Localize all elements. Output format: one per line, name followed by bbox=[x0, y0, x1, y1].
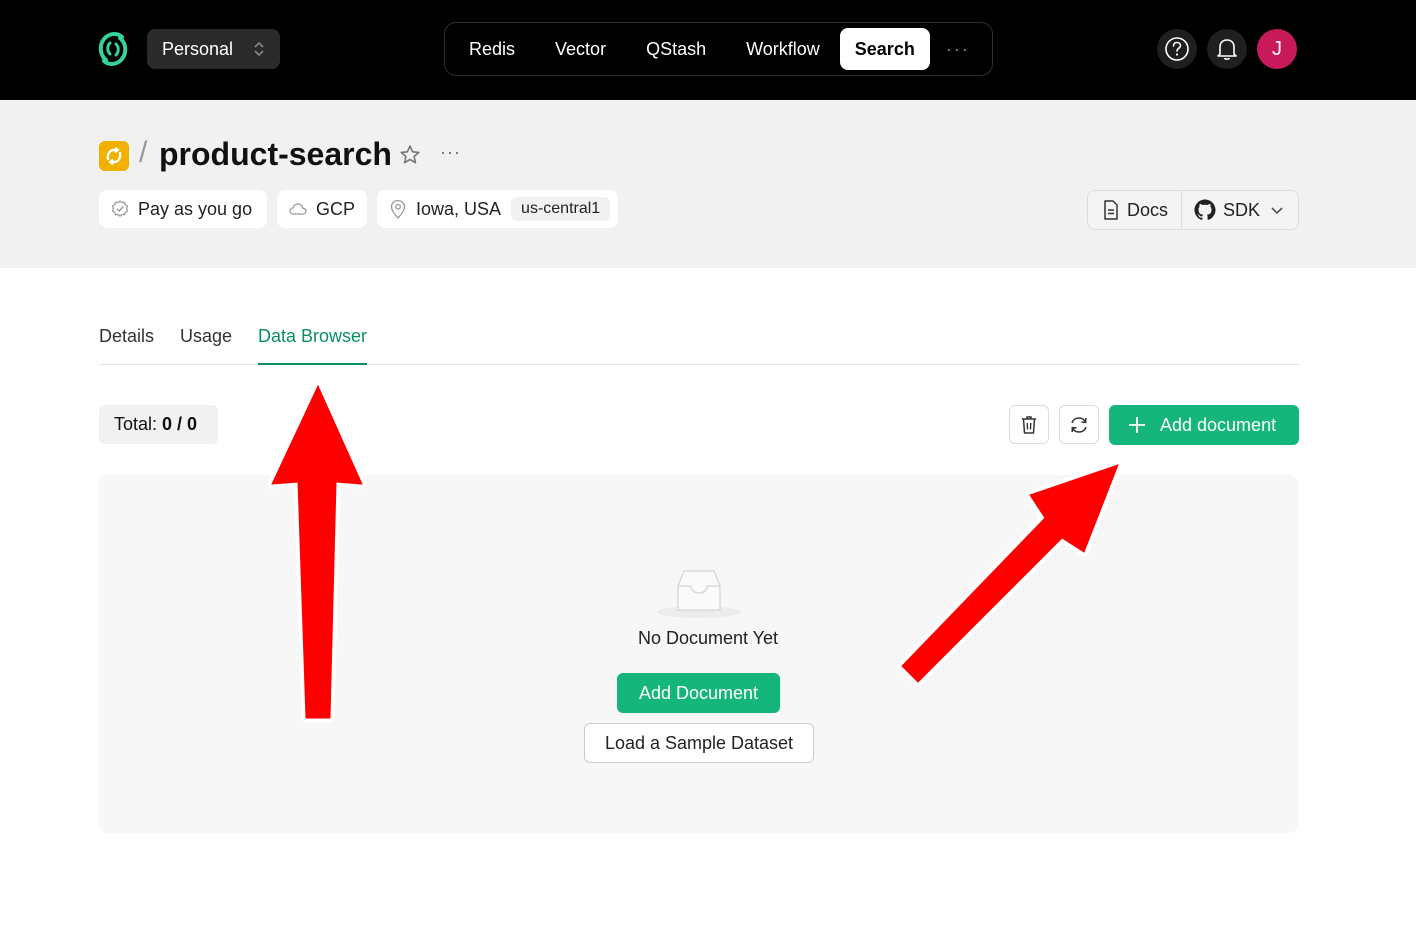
location-label: Iowa, USA bbox=[416, 198, 502, 219]
total-label: Total: bbox=[114, 414, 158, 434]
upstash-logo-icon[interactable] bbox=[98, 30, 128, 68]
database-name: product-search bbox=[159, 136, 392, 172]
help-button[interactable] bbox=[1157, 29, 1197, 69]
chevron-up-down-icon bbox=[254, 41, 264, 57]
load-sample-dataset-button[interactable]: Load a Sample Dataset bbox=[584, 723, 814, 763]
plan-label: Pay as you go bbox=[138, 198, 253, 219]
notifications-button[interactable] bbox=[1207, 29, 1247, 69]
plus-icon bbox=[1129, 417, 1145, 433]
top-navbar: Personal Redis Vector QStash Workflow Se… bbox=[0, 0, 1416, 100]
team-name: Personal bbox=[162, 38, 234, 59]
product-tab-qstash[interactable]: QStash bbox=[626, 28, 726, 70]
region-badge: Iowa, USA us-central1 bbox=[377, 190, 618, 228]
refresh-button[interactable] bbox=[1059, 405, 1099, 444]
add-document-cta[interactable]: Add Document bbox=[617, 673, 780, 713]
help-icon bbox=[1165, 37, 1189, 61]
product-tab-search[interactable]: Search bbox=[839, 28, 930, 70]
tab-data-browser[interactable]: Data Browser bbox=[258, 326, 368, 365]
team-switcher[interactable]: Personal bbox=[147, 29, 280, 69]
total-value: 0 / 0 bbox=[162, 414, 198, 434]
docs-button[interactable]: Docs bbox=[1088, 191, 1182, 229]
chevron-down-icon bbox=[1271, 207, 1283, 215]
user-avatar[interactable]: J bbox=[1257, 29, 1297, 69]
region-tag: us-central1 bbox=[511, 197, 611, 221]
cloud-icon bbox=[289, 203, 307, 215]
sdk-dropdown[interactable]: SDK bbox=[1182, 191, 1290, 229]
add-document-label: Add document bbox=[1160, 414, 1277, 435]
document-icon bbox=[1104, 200, 1118, 220]
database-menu-button[interactable]: ··· bbox=[440, 142, 461, 163]
empty-state-message: No Document Yet bbox=[637, 628, 779, 648]
add-document-button[interactable]: Add document bbox=[1109, 405, 1299, 445]
breadcrumb-separator: / bbox=[139, 136, 148, 169]
docs-label: Docs bbox=[1127, 199, 1169, 220]
cloud-label: GCP bbox=[316, 198, 356, 219]
plan-badge: Pay as you go bbox=[99, 190, 267, 228]
tab-usage[interactable]: Usage bbox=[180, 326, 232, 365]
product-tab-workflow[interactable]: Workflow bbox=[726, 28, 840, 70]
total-count: Total: 0 / 0 bbox=[99, 405, 218, 444]
cloud-badge: GCP bbox=[277, 190, 367, 228]
tab-details[interactable]: Details bbox=[99, 326, 154, 365]
github-icon bbox=[1194, 199, 1216, 220]
trash-icon bbox=[1022, 415, 1036, 434]
search-db-icon bbox=[99, 141, 129, 171]
docs-sdk-group: Docs SDK bbox=[1087, 190, 1299, 230]
more-products-button[interactable]: ··· bbox=[946, 39, 970, 60]
empty-inbox-icon bbox=[656, 568, 742, 625]
tab-bar: Details Usage Data Browser bbox=[99, 326, 1300, 365]
empty-state-panel bbox=[99, 475, 1299, 833]
star-icon bbox=[400, 145, 420, 164]
database-header bbox=[0, 100, 1416, 268]
delete-button[interactable] bbox=[1009, 405, 1049, 444]
product-tab-redis[interactable]: Redis bbox=[449, 28, 535, 70]
location-pin-icon bbox=[390, 199, 406, 219]
product-nav: Redis Vector QStash Workflow Search ··· bbox=[444, 22, 993, 76]
verified-badge-icon bbox=[111, 200, 129, 217]
refresh-icon bbox=[1071, 416, 1087, 433]
sdk-label: SDK bbox=[1223, 199, 1261, 220]
product-tab-vector[interactable]: Vector bbox=[535, 28, 626, 70]
favorite-button[interactable] bbox=[398, 143, 422, 172]
bell-icon bbox=[1217, 39, 1237, 60]
